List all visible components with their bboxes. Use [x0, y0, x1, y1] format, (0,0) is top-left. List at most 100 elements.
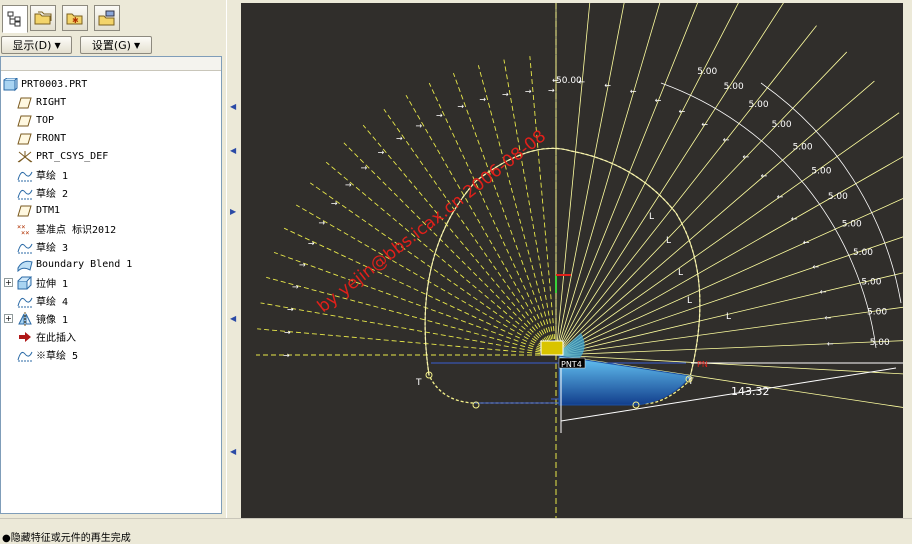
insert-here-arrow-icon [17, 330, 33, 344]
graphics-window[interactable]: → → → → → → → → → → → → → → → → → → → ← ← ← ← ← ← ← ← ← ← ← ← ← ← ← ← ← 5.0… [241, 3, 912, 518]
direction-arrows: →→→→→→→→→→→→→→→→→→→← ← ←←←←←←←←←←←←←←← [283, 76, 834, 360]
angle-dimension-text: 5.00 [828, 192, 848, 202]
tree-item-right[interactable]: RIGHT [17, 94, 66, 111]
tree-item-sketch-3[interactable]: 草绘 3 [17, 238, 68, 255]
datum-point-icon: ×× ×× [17, 222, 33, 237]
datum-plane-icon [17, 204, 33, 218]
arrow-icon: → [331, 199, 338, 208]
collapse-arrow-icon[interactable]: ◀ [230, 447, 237, 456]
line-constraint-3: L [678, 268, 683, 278]
angle-dimension-text: 5.00 [793, 142, 813, 152]
collapse-arrow-icon[interactable]: ◀ [230, 314, 237, 323]
pnt-label-right[interactable]: PN [697, 360, 708, 369]
expand-arrow-icon[interactable]: ▶ [230, 207, 237, 216]
collapse-arrow-icon[interactable]: ◀ [230, 102, 237, 111]
arrow-icon: ← [679, 107, 686, 116]
svg-text:✱: ✱ [72, 16, 79, 25]
solid-ray [555, 51, 848, 356]
tree-item-boundary-blend[interactable]: Boundary Blend 1 [17, 256, 132, 273]
boundary-blend-icon [17, 258, 33, 272]
tree-item-label: PRT_CSYS_DEF [36, 151, 109, 162]
datum-marker [540, 340, 564, 356]
sketch-icon [17, 240, 33, 254]
panel-splitter[interactable]: ◀ ◀ ▶ ◀ ◀ [226, 0, 240, 518]
sketch-canvas[interactable]: →→→→→→→→→→→→→→→→→→→← ← ←←←←←←←←←←←←←←← 5.0… [241, 3, 912, 518]
tree-item-label: ※草绘 5 [36, 351, 79, 362]
line-constraint-2: L [666, 236, 671, 246]
tree-item-label: 草绘 3 [36, 243, 69, 254]
arrow-icon: ← [655, 96, 662, 105]
folder-browser-icon [34, 11, 52, 25]
dashed-ray [343, 142, 557, 356]
status-bar: ●隐藏特征或元件的再生完成 [0, 518, 912, 544]
datum-plane-icon [17, 114, 33, 128]
tree-item-sketch-1[interactable]: 草绘 1 [17, 166, 68, 183]
folder-browser-tab[interactable] [30, 5, 56, 31]
tree-item-dtm1[interactable]: DTM1 [17, 202, 60, 219]
arrow-icon: → [416, 122, 423, 131]
tree-item-front[interactable]: FRONT [17, 130, 66, 147]
expand-toggle[interactable]: + [4, 278, 13, 287]
arrow-icon: ← [742, 153, 749, 162]
pnt-label[interactable]: PNT4 [561, 360, 582, 369]
tree-item-csys[interactable]: PRT_CSYS_DEF [17, 148, 108, 165]
tree-item-label: Boundary Blend 1 [36, 259, 133, 270]
model-tree-tab[interactable] [2, 5, 28, 33]
arrow-icon: ← [820, 288, 827, 297]
arrow-icon: → [284, 328, 291, 337]
tree-item-insert-here[interactable]: 在此插入 [17, 328, 76, 345]
settings-menu-label: 设置(G) [91, 39, 131, 52]
sketch-icon [17, 294, 33, 308]
status-message: ●隐藏特征或元件的再生完成 [2, 533, 131, 544]
tree-item-label: RIGHT [36, 97, 67, 108]
arrow-icon: ← [604, 81, 611, 90]
arrow-icon: ← [777, 192, 784, 201]
arrow-icon: ← [791, 215, 798, 224]
tree-item-label: 基准点 标识2012 [36, 225, 117, 236]
datum-plane-icon [17, 132, 33, 146]
angle-dimension-text: 5.00 [772, 120, 792, 130]
navigator-tab-bar: ✱ [0, 0, 226, 34]
connections-tab[interactable] [94, 5, 120, 31]
tree-item-sketch-4[interactable]: 草绘 4 [17, 292, 68, 309]
tree-item-sketch-2[interactable]: 草绘 2 [17, 184, 68, 201]
tree-item-label: DTM1 [36, 205, 61, 216]
csys-icon [17, 150, 33, 164]
tree-item-mirror-1[interactable]: 镜像 1 [17, 310, 68, 327]
tree-item-part[interactable]: PRT0003.PRT [2, 76, 87, 93]
length-dimension-text[interactable]: 143.32 [731, 385, 770, 398]
tree-column-header [1, 57, 221, 71]
sketch-icon [17, 168, 33, 182]
arrow-icon: ← [760, 172, 767, 181]
right-solid-rays [555, 3, 912, 410]
solid-ray [555, 3, 625, 356]
arrow-icon: → [361, 164, 368, 173]
arrow-icon: ← [827, 340, 834, 349]
arrow-icon: → [292, 282, 299, 291]
dashed-ray [257, 328, 557, 356]
part-icon [2, 77, 19, 92]
right-toolbar-strip [903, 0, 912, 518]
tree-item-label: 在此插入 [36, 333, 76, 344]
angle-dimension-text: 5.00 [870, 338, 890, 348]
line-constraint-1: L [649, 212, 654, 222]
top-dimension-text[interactable]: 50.00 [556, 76, 582, 86]
sketch-icon [17, 348, 33, 362]
tree-item-label: PRT0003.PRT [21, 79, 88, 90]
tree-item-top[interactable]: TOP [17, 112, 54, 129]
model-tree[interactable]: PRT0003.PRT RIGHT TOP FRONT PRT_CSYS_DEF… [0, 56, 222, 514]
expand-toggle[interactable]: + [4, 314, 13, 323]
left-dashed-rays [256, 55, 557, 356]
dashed-ray [266, 276, 557, 356]
tree-item-datum-point[interactable]: ×× ×× 基准点 标识2012 [17, 220, 116, 237]
tree-item-sketch-5[interactable]: ※草绘 5 [17, 346, 78, 363]
favorites-tab[interactable]: ✱ [62, 5, 88, 31]
dashed-ray [452, 72, 557, 356]
sketch-icon [17, 186, 33, 200]
display-menu-button[interactable]: 显示(D) ▼ [1, 36, 72, 54]
settings-menu-button[interactable]: 设置(G) ▼ [80, 36, 152, 54]
tree-item-extrude-1[interactable]: 拉伸 1 [17, 274, 68, 291]
angle-dimension-text: 5.00 [724, 82, 744, 92]
collapse-arrow-icon[interactable]: ◀ [230, 146, 237, 155]
arrow-icon: → [502, 90, 509, 99]
